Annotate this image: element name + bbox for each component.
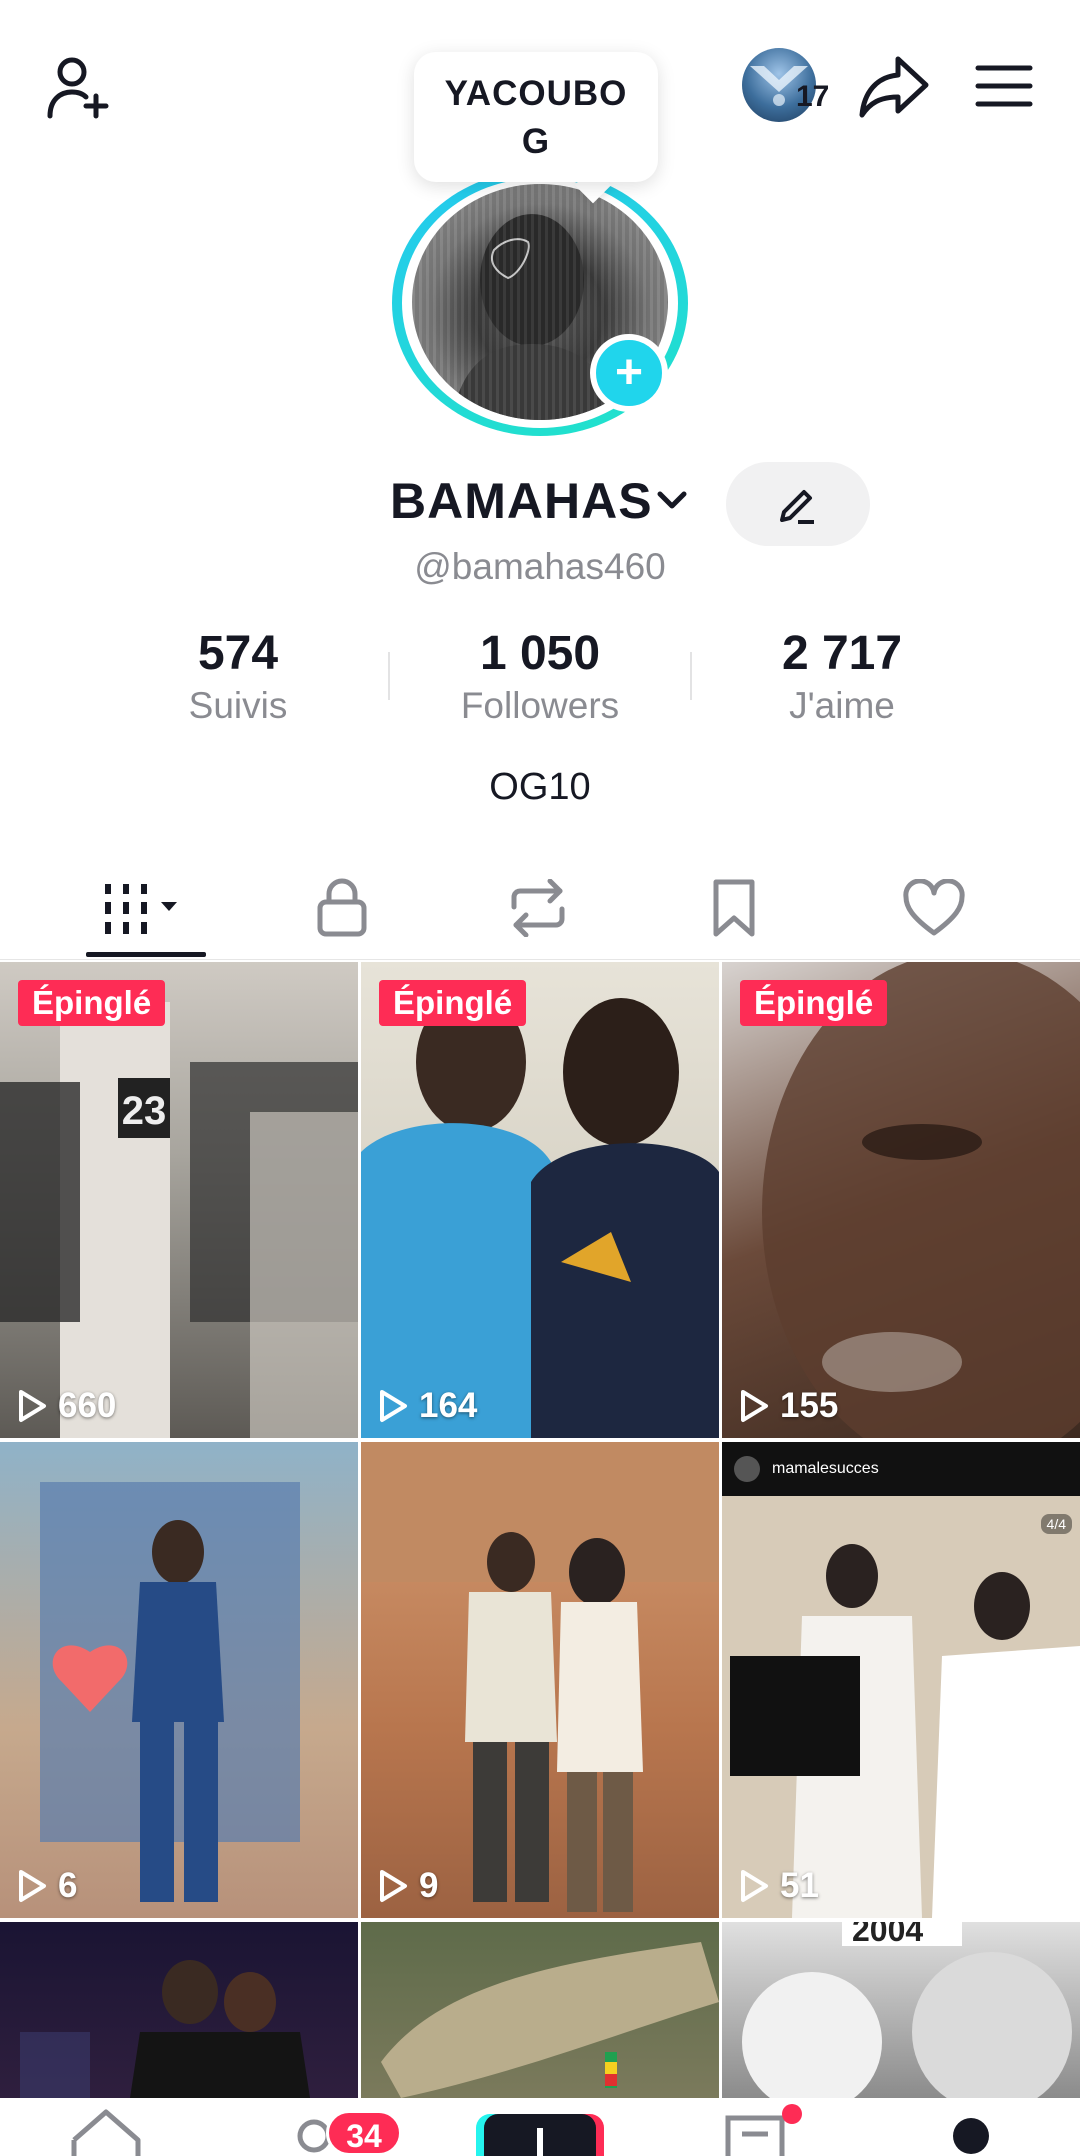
active-tab-indicator [86, 952, 206, 957]
view-count-text: 9 [419, 1866, 439, 1905]
video-tile[interactable]: mamalesucces 4/4 51 [722, 1442, 1080, 1918]
video-thumbnail-icon [20, 1960, 310, 2098]
bottom-nav [0, 2098, 1080, 2156]
svg-text:23: 23 [122, 1089, 167, 1133]
lock-icon [317, 878, 367, 937]
tooltip-text: YACOUBO G [444, 74, 628, 161]
play-icon [380, 1870, 407, 1902]
plus-icon: + [614, 346, 644, 399]
video-tile[interactable]: Épinglé 155 [722, 962, 1080, 1438]
view-count-text: 6 [58, 1866, 78, 1905]
view-count-text: 51 [780, 1866, 819, 1905]
video-thumbnail-icon: 23 [0, 1002, 358, 1438]
video-thumbnail-icon [381, 1942, 719, 2098]
repost-icon [511, 879, 565, 937]
repost-author: mamalesucces [772, 1460, 879, 1477]
avatar-dot [734, 1456, 760, 1482]
inbox-icon [725, 2115, 785, 2156]
followers-label: Followers [460, 685, 620, 726]
tab-liked[interactable] [836, 856, 1032, 960]
menu-button[interactable] [962, 44, 1046, 128]
create-plus-icon [476, 2114, 604, 2156]
view-count: 6 [16, 1866, 77, 1906]
video-thumbnail-icon [361, 1442, 719, 1912]
view-count-text: 164 [419, 1386, 478, 1425]
stat-followers[interactable]: 1 050 Followers [410, 626, 670, 730]
view-count-text: 155 [780, 1386, 839, 1425]
inbox-badge: 34 [326, 2110, 402, 2156]
video-thumbnail-icon [762, 962, 1080, 1438]
view-count: 51 [738, 1866, 819, 1906]
share-profile-button[interactable] [852, 44, 936, 128]
video-thumbnail-icon [361, 992, 719, 1438]
tab-saved[interactable] [636, 856, 832, 960]
pinned-badge: Épinglé [740, 980, 888, 1026]
likes-label: J'aime [789, 685, 895, 726]
tab-private[interactable] [244, 856, 440, 960]
add-avatar-button[interactable]: + [590, 334, 668, 412]
add-friend-button[interactable] [36, 46, 120, 130]
home-icon [71, 2109, 141, 2156]
video-thumbnail-icon [722, 1496, 1080, 1918]
play-icon [19, 1390, 46, 1422]
play-icon [741, 1390, 768, 1422]
pencil-icon [780, 490, 814, 524]
stat-divider [690, 652, 692, 700]
view-count-text: 660 [58, 1386, 117, 1425]
edit-profile-button[interactable] [726, 462, 870, 546]
pinned-badge: Épinglé [379, 980, 527, 1026]
story-count: 17 [796, 80, 830, 113]
heart-icon [903, 879, 965, 936]
profile-icon [953, 2118, 989, 2154]
nav-home[interactable] [64, 2102, 148, 2156]
display-name[interactable]: BAMAHAS [390, 472, 653, 530]
stat-likes[interactable]: 2 717 J'aime [712, 626, 972, 730]
thumbnail-caption: 2004 [852, 1922, 924, 1948]
slide-counter: 4/4 [1040, 1514, 1072, 1534]
tab-videos[interactable] [48, 856, 244, 960]
following-label: Suivis [188, 685, 288, 726]
likes-count: 2 717 [781, 627, 903, 680]
username-handle: @bamahas460 [414, 546, 666, 587]
video-tile[interactable]: 6 [0, 1442, 358, 1918]
video-tile[interactable]: 23 Épinglé 660 [0, 962, 358, 1438]
name-tooltip: YACOUBO G [414, 52, 658, 182]
chevron-down-icon[interactable] [654, 486, 690, 516]
video-thumbnail-icon [40, 1482, 300, 1902]
view-count: 155 [738, 1386, 838, 1426]
add-user-icon [47, 57, 109, 119]
followers-count: 1 050 [479, 627, 601, 680]
play-icon [741, 1870, 768, 1902]
nav-profile[interactable] [948, 2114, 994, 2156]
view-count: 9 [377, 1866, 438, 1906]
video-tile[interactable] [0, 1922, 358, 2098]
video-tile[interactable] [361, 1922, 719, 2098]
nav-inbox[interactable] [722, 2104, 802, 2156]
play-icon [380, 1390, 407, 1422]
bio-text: OG10 [489, 766, 591, 808]
video-tile[interactable]: 9 [361, 1442, 719, 1918]
inbox-dot [782, 2104, 802, 2124]
video-tile[interactable]: Épinglé 164 [361, 962, 719, 1438]
nav-create[interactable] [476, 2102, 604, 2156]
stat-following[interactable]: 574 Suivis [108, 626, 368, 730]
pinned-badge: Épinglé [18, 980, 166, 1026]
repost-header: mamalesucces [722, 1442, 1080, 1496]
following-count: 574 [197, 627, 279, 680]
profile-tabs [0, 856, 1080, 960]
video-tile[interactable]: 2004 [722, 1922, 1080, 2098]
view-count: 164 [377, 1386, 477, 1426]
stat-divider [388, 652, 390, 700]
share-icon [859, 56, 929, 118]
play-icon [19, 1870, 46, 1902]
bookmark-icon [713, 879, 755, 937]
tab-reposts[interactable] [440, 856, 636, 960]
hamburger-menu-icon [975, 65, 1033, 107]
view-count: 660 [16, 1386, 116, 1426]
video-grid-icon [105, 884, 177, 934]
